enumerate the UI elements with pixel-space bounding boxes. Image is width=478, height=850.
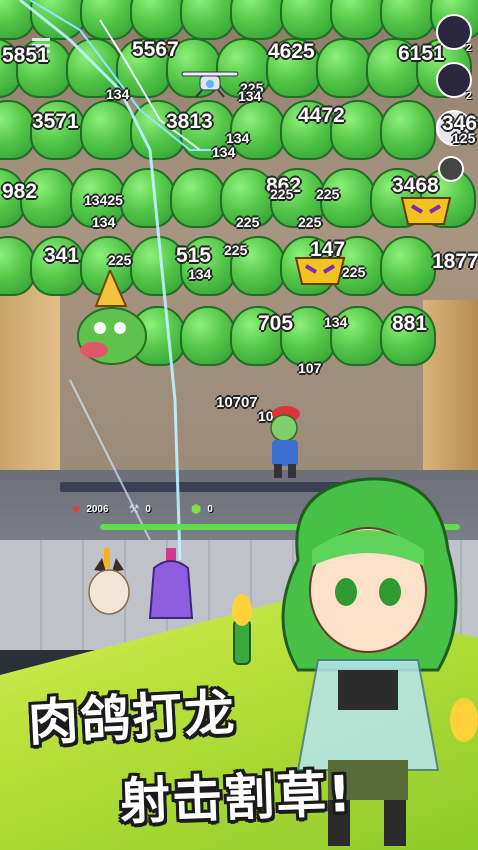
- skill-icon[interactable]: [438, 156, 464, 182]
- damage-number-small: 134: [106, 86, 130, 102]
- damage-number-small: 134: [212, 144, 236, 160]
- damage-number: 147: [310, 238, 346, 261]
- party-hat-zombie: [77, 270, 147, 365]
- damage-number: 982: [2, 180, 38, 203]
- damage-number-small: 134: [92, 214, 116, 230]
- damage-number-small: 225: [316, 186, 340, 202]
- damage-number-small: 225: [236, 214, 260, 230]
- damage-number: 3468: [392, 174, 439, 197]
- hammer-icon: ⚒: [128, 502, 140, 516]
- gem-icon: ⬢: [190, 502, 202, 516]
- damage-number-small: 125: [452, 130, 476, 146]
- game-scene: 2 2 5851 5567 4625 6151 3571 3813 4472 3…: [0, 0, 478, 850]
- promo-title-line1: 肉鸽打龙: [26, 683, 238, 753]
- hp-value: 2006: [86, 503, 109, 515]
- damage-number: 5851: [2, 44, 49, 67]
- damage-number-small: 225: [108, 252, 132, 268]
- damage-number-small: 13425: [84, 192, 123, 208]
- damage-number-small: 134: [324, 314, 348, 330]
- damage-number-small: 225: [298, 214, 322, 230]
- damage-number: 10707: [216, 394, 258, 411]
- damage-number: 6151: [398, 42, 445, 65]
- avatar-badge: 2: [465, 42, 472, 54]
- cap-zombie: [270, 406, 300, 478]
- avatar-badge: 2: [465, 90, 472, 102]
- purple-ally: [148, 548, 194, 619]
- damage-number: 705: [258, 312, 294, 335]
- damage-number-small: 134: [238, 88, 262, 104]
- damage-number: 515: [176, 244, 212, 267]
- drone-turret: [181, 71, 239, 98]
- damage-number: 3813: [166, 110, 213, 133]
- damage-number-small: 225: [270, 186, 294, 202]
- damage-number: 881: [392, 312, 428, 335]
- cat-ally: [88, 548, 130, 615]
- damage-number: 4625: [268, 40, 315, 63]
- damage-number: 1877: [432, 250, 478, 273]
- gem-value: 0: [207, 503, 213, 515]
- damage-number-small: 134: [188, 266, 212, 282]
- damage-number-small: 225: [224, 242, 248, 258]
- damage-number: 3571: [32, 110, 79, 133]
- heart-icon: ♥: [72, 501, 81, 517]
- damage-number: 341: [44, 244, 80, 267]
- promo-title-line2: 射击割草!: [119, 764, 354, 832]
- shield-value: 0: [145, 503, 151, 515]
- damage-number-small: 107: [298, 360, 322, 376]
- player-avatar[interactable]: 2: [436, 62, 472, 102]
- damage-number: 5567: [132, 38, 179, 61]
- damage-number: 4472: [298, 104, 345, 127]
- damage-number-small: 225: [342, 264, 366, 280]
